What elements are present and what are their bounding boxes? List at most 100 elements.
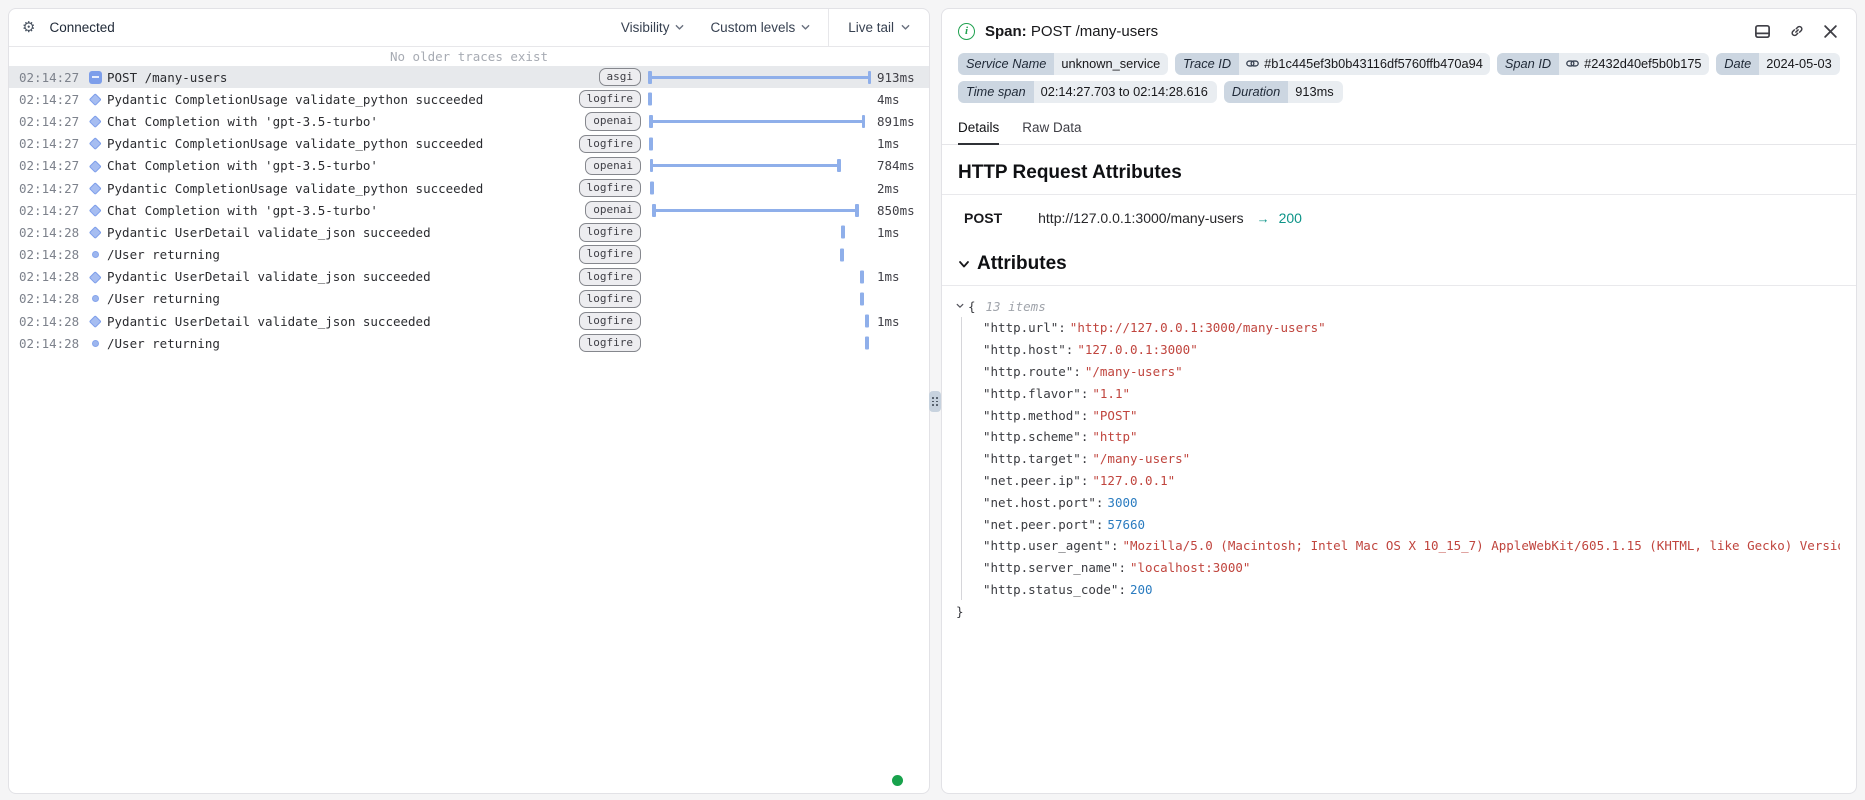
json-attribute-line: "http.scheme" : "http": [983, 426, 1840, 448]
trace-row[interactable]: 02:14:27 Chat Completion with 'gpt-3.5-t…: [9, 110, 929, 132]
span-diamond-icon: [89, 93, 101, 105]
trace-duration-bar: [841, 226, 845, 239]
json-key: "http.user_agent": [983, 538, 1111, 553]
link-icon[interactable]: [1246, 57, 1259, 70]
trace-tag-badge: logfire: [579, 135, 641, 153]
visibility-dropdown[interactable]: Visibility: [621, 9, 685, 46]
attributes-json-tree: { 13 items "http.url" : "http://127.0.0.…: [942, 286, 1856, 622]
live-tail-dropdown[interactable]: Live tail: [828, 9, 929, 46]
json-value: "http": [1092, 429, 1137, 444]
json-key: "http.url": [983, 320, 1058, 335]
span-diamond-icon: [89, 271, 101, 283]
badges-row-1: Service Name unknown_service Trace ID #b…: [958, 53, 1840, 75]
json-value: 3000: [1107, 495, 1137, 510]
trace-duration-label: 913ms: [877, 70, 929, 85]
json-attribute-line: "net.peer.port" : 57660: [983, 513, 1840, 535]
trace-tag-badge: logfire: [579, 90, 641, 108]
chevron-down-icon: [801, 23, 810, 32]
tab-details[interactable]: Details: [958, 120, 999, 145]
json-value: "http://127.0.0.1:3000/many-users": [1070, 320, 1326, 335]
gear-icon[interactable]: ⚙: [22, 20, 35, 35]
trace-row[interactable]: 02:14:27 Chat Completion with 'gpt-3.5-t…: [9, 199, 929, 221]
json-value: "localhost:3000": [1130, 560, 1250, 575]
chevron-down-icon: [675, 23, 684, 32]
trace-row[interactable]: 02:14:28 /User returning logfire: [9, 288, 929, 310]
dock-panel-icon[interactable]: [1754, 23, 1771, 40]
trace-row[interactable]: 02:14:27 Pydantic CompletionUsage valida…: [9, 133, 929, 155]
link-icon[interactable]: [1566, 57, 1579, 70]
trace-tag-badge: logfire: [579, 290, 641, 308]
trace-duration-label: 784ms: [877, 158, 929, 173]
chevron-down-icon[interactable]: [958, 258, 970, 270]
trace-duration-label: 850ms: [877, 203, 929, 218]
badge-value: 913ms: [1288, 81, 1342, 103]
no-older-traces-banner: No older traces exist: [9, 47, 929, 66]
live-indicator-dot: [892, 775, 903, 786]
trace-tag-badge: openai: [585, 201, 641, 219]
span-diamond-icon: [89, 182, 101, 194]
metadata-badge: Service Name unknown_service: [958, 53, 1168, 75]
panel-resize-handle[interactable]: [929, 391, 941, 412]
trace-rows: 02:14:27 POST /many-users asgi 913ms 02:…: [9, 66, 929, 354]
json-attribute-line: "http.method" : "POST": [983, 404, 1840, 426]
trace-time: 02:14:28: [19, 314, 83, 329]
trace-row[interactable]: 02:14:28 /User returning logfire: [9, 244, 929, 266]
details-tabs: Details Raw Data: [942, 120, 1856, 145]
trace-row[interactable]: 02:14:27 Pydantic CompletionUsage valida…: [9, 88, 929, 110]
trace-time: 02:14:27: [19, 136, 83, 151]
badge-label: Trace ID: [1175, 53, 1239, 75]
trace-duration-bar: [860, 292, 864, 305]
trace-duration-track: [648, 221, 871, 243]
trace-tag-badge: logfire: [579, 223, 641, 241]
trace-name: Chat Completion with 'gpt-3.5-turbo': [107, 203, 585, 218]
trace-row[interactable]: 02:14:27 POST /many-users asgi 913ms: [9, 66, 929, 88]
span-header: i Span: POST /many-users: [942, 9, 1856, 40]
trace-name: Pydantic CompletionUsage validate_python…: [107, 181, 579, 196]
json-attribute-line: "http.server_name" : "localhost:3000": [983, 557, 1840, 579]
trace-row[interactable]: 02:14:28 /User returning logfire: [9, 332, 929, 354]
json-attribute-line: "net.peer.ip" : "127.0.0.1": [983, 470, 1840, 492]
trace-row[interactable]: 02:14:27 Chat Completion with 'gpt-3.5-t…: [9, 155, 929, 177]
json-value: "1.1": [1092, 386, 1130, 401]
custom-levels-dropdown[interactable]: Custom levels: [710, 9, 810, 46]
json-key: "http.scheme": [983, 429, 1081, 444]
trace-time: 02:14:28: [19, 269, 83, 284]
trace-tag-badge: logfire: [579, 334, 641, 352]
json-attribute-line: "http.target" : "/many-users": [983, 448, 1840, 470]
badge-value: 02:14:27.703 to 02:14:28.616: [1034, 81, 1217, 103]
trace-time: 02:14:28: [19, 225, 83, 240]
trace-duration-track: [648, 332, 871, 354]
badge-value: unknown_service: [1054, 53, 1168, 75]
trace-duration-label: 1ms: [877, 314, 929, 329]
close-icon[interactable]: [1823, 24, 1838, 39]
json-value: "127.0.0.1:3000": [1077, 342, 1197, 357]
trace-time: 02:14:28: [19, 291, 83, 306]
trace-name: Chat Completion with 'gpt-3.5-turbo': [107, 158, 585, 173]
metadata-badge: Time span 02:14:27.703 to 02:14:28.616: [958, 81, 1217, 103]
trace-time: 02:14:27: [19, 92, 83, 107]
trace-row[interactable]: 02:14:28 Pydantic UserDetail validate_js…: [9, 310, 929, 332]
trace-row[interactable]: 02:14:28 Pydantic UserDetail validate_js…: [9, 266, 929, 288]
json-attribute-line: "http.status_code" : 200: [983, 579, 1840, 601]
span-diamond-icon: [89, 204, 101, 216]
json-attribute-line: "http.flavor" : "1.1": [983, 382, 1840, 404]
span-diamond-icon: [89, 160, 101, 172]
trace-row[interactable]: 02:14:27 Pydantic CompletionUsage valida…: [9, 177, 929, 199]
trace-duration-label: 1ms: [877, 225, 929, 240]
trace-duration-bar: [650, 164, 841, 167]
trace-duration-track: [648, 110, 871, 132]
trace-name: Pydantic UserDetail validate_json succee…: [107, 314, 579, 329]
trace-duration-bar: [649, 120, 865, 123]
badge-label: Date: [1716, 53, 1759, 75]
trace-time: 02:14:27: [19, 114, 83, 129]
attributes-heading: Attributes: [942, 253, 1856, 275]
tab-raw-data[interactable]: Raw Data: [1022, 120, 1081, 144]
trace-duration-track: [648, 177, 871, 199]
trace-row[interactable]: 02:14:28 Pydantic UserDetail validate_js…: [9, 221, 929, 243]
collapse-toggle-icon[interactable]: [89, 71, 102, 84]
trace-duration-label: 2ms: [877, 181, 929, 196]
json-key: "http.server_name": [983, 560, 1118, 575]
chevron-down-icon[interactable]: [956, 302, 964, 310]
log-circle-icon: [92, 295, 99, 302]
link-icon[interactable]: [1788, 22, 1806, 40]
